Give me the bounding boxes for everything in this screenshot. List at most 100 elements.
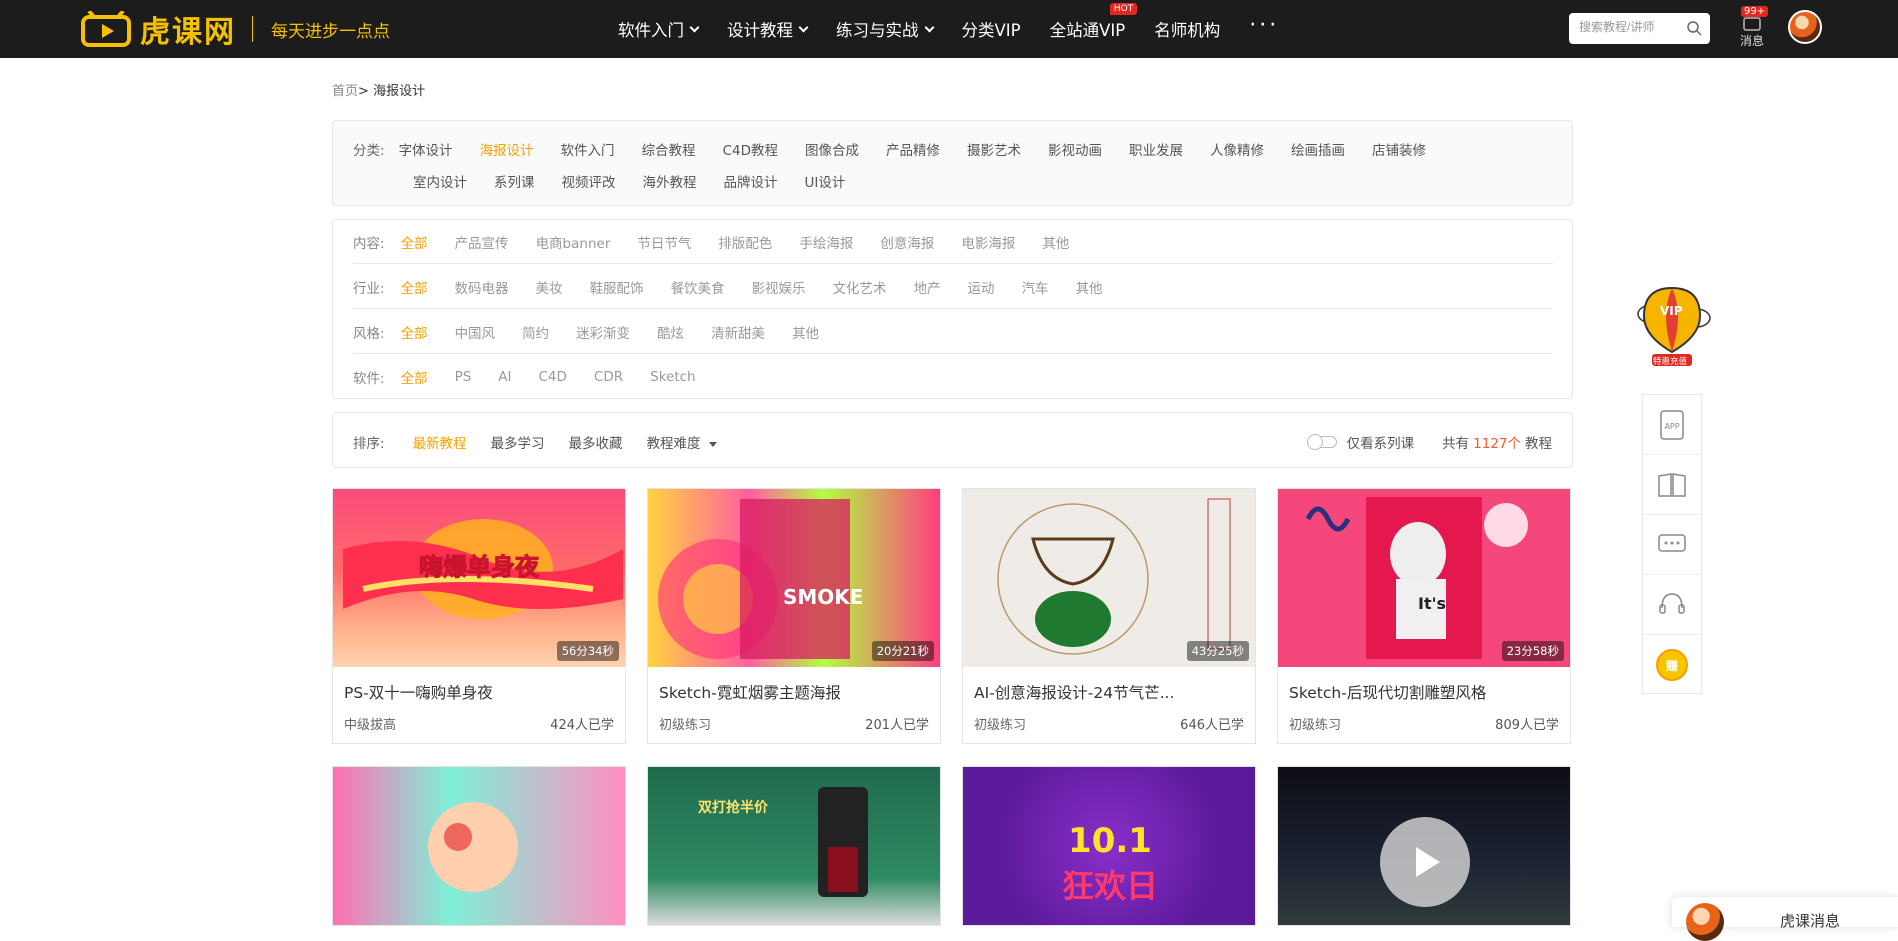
app-download-button[interactable]: APP xyxy=(1643,395,1701,455)
filter-option-selected[interactable]: 全部 xyxy=(401,232,428,252)
course-card[interactable]: 双打抢半价 xyxy=(647,766,941,926)
filter-option[interactable]: Sketch xyxy=(650,369,695,385)
customer-service-button[interactable] xyxy=(1643,575,1701,635)
course-title[interactable]: PS-双十一嗨购单身夜 xyxy=(344,681,616,703)
messages-button[interactable]: 99+ 消息 xyxy=(1737,6,1769,50)
filter-option[interactable]: 创意海报 xyxy=(880,232,934,252)
vip-balloon-label: VIP xyxy=(1660,304,1683,318)
search-input[interactable] xyxy=(1579,20,1684,34)
category-option[interactable]: 视频评改 xyxy=(562,171,616,191)
filter-option[interactable]: 中国风 xyxy=(455,322,496,342)
series-only-toggle[interactable] xyxy=(1306,434,1337,450)
sort-most-learned[interactable]: 最多学习 xyxy=(491,432,545,452)
category-option[interactable]: 摄影艺术 xyxy=(967,139,1021,159)
filter-option[interactable]: 迷彩渐变 xyxy=(576,322,630,342)
course-card[interactable] xyxy=(1277,766,1571,926)
filter-option[interactable]: 运动 xyxy=(968,277,995,297)
breadcrumb-home[interactable]: 首页 xyxy=(332,84,358,99)
category-option[interactable]: 软件入门 xyxy=(561,139,615,159)
filter-option[interactable]: 数码电器 xyxy=(455,277,509,297)
filter-option[interactable]: C4D xyxy=(539,369,567,385)
filter-label: 软件: xyxy=(353,371,385,387)
filter-option[interactable]: 影视娱乐 xyxy=(752,277,806,297)
filter-option[interactable]: 手绘海报 xyxy=(799,232,853,252)
category-option[interactable]: 店铺装修 xyxy=(1372,139,1426,159)
filter-option[interactable]: 排版配色 xyxy=(718,232,772,252)
filter-option[interactable]: 酷炫 xyxy=(657,322,684,342)
nav-category-vip[interactable]: 分类VIP xyxy=(962,17,1021,41)
filter-option[interactable]: 简约 xyxy=(522,322,549,342)
poster-art-graphic xyxy=(428,802,518,892)
filter-option[interactable]: 产品宣传 xyxy=(455,232,509,252)
courses-book-button[interactable] xyxy=(1643,455,1701,515)
course-card[interactable]: 43分25秒 AI-创意海报设计-24节气芒... 初级练习 646人已学 xyxy=(962,488,1256,744)
category-option[interactable]: 海外教程 xyxy=(643,171,697,191)
filter-option[interactable]: 其他 xyxy=(792,322,819,342)
nav-full-vip[interactable]: 全站通VIP HOT xyxy=(1050,3,1138,41)
course-title[interactable]: AI-创意海报设计-24节气芒... xyxy=(974,681,1246,703)
course-title[interactable]: Sketch-后现代切割雕塑风格 xyxy=(1289,681,1561,703)
category-option[interactable]: UI设计 xyxy=(805,171,846,191)
earn-button[interactable]: 赚 xyxy=(1643,635,1701,695)
floating-message-panel[interactable]: 虎课消息 xyxy=(1672,897,1898,941)
filter-option[interactable]: 汽车 xyxy=(1022,277,1049,297)
filter-option[interactable]: 其他 xyxy=(1042,232,1069,252)
course-thumbnail[interactable]: 嗨爆单身夜 56分34秒 xyxy=(333,489,625,667)
category-option[interactable]: 综合教程 xyxy=(642,139,696,159)
user-avatar[interactable] xyxy=(1788,10,1822,44)
filter-option[interactable]: 美妆 xyxy=(536,277,563,297)
nav-software-intro[interactable]: 软件入门 xyxy=(618,17,700,41)
tv-logo-icon xyxy=(81,11,131,47)
category-option[interactable]: 图像合成 xyxy=(805,139,859,159)
category-option[interactable]: 品牌设计 xyxy=(724,171,778,191)
filter-option[interactable]: CDR xyxy=(594,369,623,385)
category-option[interactable]: 人像精修 xyxy=(1210,139,1264,159)
filter-row-industry: 行业: 全部 数码电器 美妆 鞋服配饰 餐饮美食 影视娱乐 文化艺术 地产 运动… xyxy=(353,277,1553,297)
course-card[interactable] xyxy=(332,766,626,926)
filter-option[interactable]: AI xyxy=(498,369,511,385)
nav-practice[interactable]: 练习与实战 xyxy=(836,17,934,41)
nav-design-tutorials[interactable]: 设计教程 xyxy=(727,17,809,41)
filter-option[interactable]: 文化艺术 xyxy=(833,277,887,297)
course-card[interactable]: It's 23分58秒 Sketch-后现代切割雕塑风格 初级练习 809人已学 xyxy=(1277,488,1571,744)
filter-divider xyxy=(353,353,1553,354)
filter-option[interactable]: PS xyxy=(455,369,472,385)
site-logo[interactable]: 虎课网 每天进步一点点 xyxy=(80,10,390,50)
category-option[interactable]: C4D教程 xyxy=(723,139,778,159)
filter-option-selected[interactable]: 全部 xyxy=(401,367,428,387)
category-option-selected[interactable]: 海报设计 xyxy=(480,139,534,159)
course-title[interactable]: Sketch-霓虹烟雾主题海报 xyxy=(659,681,931,703)
filter-option[interactable]: 电影海报 xyxy=(961,232,1015,252)
category-option[interactable]: 职业发展 xyxy=(1129,139,1183,159)
course-thumbnail[interactable]: It's 23分58秒 xyxy=(1278,489,1570,667)
course-card[interactable]: SMOKE 20分21秒 Sketch-霓虹烟雾主题海报 初级练习 201人已学 xyxy=(647,488,941,744)
category-option[interactable]: 影视动画 xyxy=(1048,139,1102,159)
filter-option[interactable]: 餐饮美食 xyxy=(671,277,725,297)
filter-option-selected[interactable]: 全部 xyxy=(401,277,428,297)
search-icon[interactable] xyxy=(1686,20,1702,36)
category-option[interactable]: 字体设计 xyxy=(399,139,453,159)
course-card[interactable]: 嗨爆单身夜 56分34秒 PS-双十一嗨购单身夜 中级拔高 424人已学 xyxy=(332,488,626,744)
category-option[interactable]: 系列课 xyxy=(494,171,535,191)
category-option[interactable]: 室内设计 xyxy=(413,171,467,191)
filter-option[interactable]: 电商banner xyxy=(536,232,611,252)
nav-teachers[interactable]: 名师机构 xyxy=(1154,17,1220,41)
course-thumbnail[interactable]: SMOKE 20分21秒 xyxy=(648,489,940,667)
sort-difficulty-dropdown[interactable]: 教程难度 xyxy=(647,432,717,452)
sort-most-favorited[interactable]: 最多收藏 xyxy=(569,432,623,452)
category-option[interactable]: 绘画插画 xyxy=(1291,139,1345,159)
course-thumbnail[interactable]: 43分25秒 xyxy=(963,489,1255,667)
course-card[interactable]: 10.1 狂欢日 xyxy=(962,766,1256,926)
filter-option[interactable]: 其他 xyxy=(1076,277,1103,297)
filter-option[interactable]: 清新甜美 xyxy=(711,322,765,342)
filter-option[interactable]: 鞋服配饰 xyxy=(590,277,644,297)
sort-options: 排序: 最新教程 最多学习 最多收藏 教程难度 xyxy=(353,432,741,452)
filter-option[interactable]: 地产 xyxy=(914,277,941,297)
category-option[interactable]: 产品精修 xyxy=(886,139,940,159)
feedback-button[interactable] xyxy=(1643,515,1701,575)
sort-newest[interactable]: 最新教程 xyxy=(413,432,467,452)
filter-option[interactable]: 节日节气 xyxy=(637,232,691,252)
more-menu-icon[interactable]: ··· xyxy=(1249,13,1279,38)
vip-balloon[interactable]: VIP 特惠充值 xyxy=(1630,284,1714,376)
filter-option-selected[interactable]: 全部 xyxy=(401,322,428,342)
